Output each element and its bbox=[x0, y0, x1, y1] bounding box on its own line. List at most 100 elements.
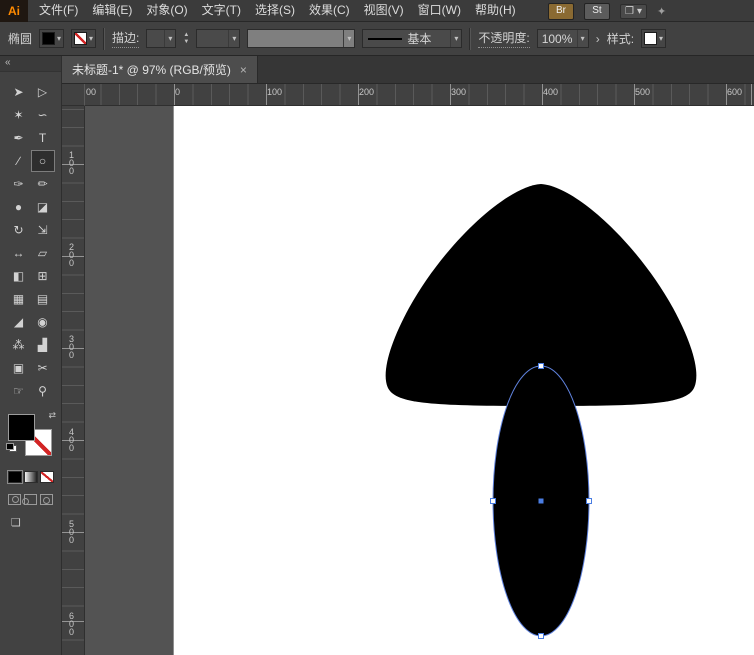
anchor-handle-right[interactable] bbox=[587, 499, 592, 504]
variable-width-combo[interactable]: ▾ bbox=[247, 29, 355, 48]
bridge-button[interactable]: Br bbox=[548, 3, 574, 20]
draw-normal-button[interactable] bbox=[8, 494, 21, 505]
caret-down-icon: ▾ bbox=[577, 30, 588, 47]
color-button[interactable] bbox=[8, 471, 22, 483]
close-tab-icon[interactable]: × bbox=[240, 63, 247, 77]
eyedropper-tool[interactable]: ◢ bbox=[7, 311, 31, 333]
paintbrush-tool[interactable]: ✑ bbox=[7, 173, 31, 195]
free-transform-tool[interactable]: ▱ bbox=[31, 242, 55, 264]
scale-tool[interactable]: ⇲ bbox=[31, 219, 55, 241]
default-colors-icon[interactable] bbox=[6, 443, 17, 452]
ellipse-tool[interactable]: ○ bbox=[31, 150, 55, 172]
draw-behind-button[interactable] bbox=[24, 494, 37, 505]
canvas[interactable] bbox=[85, 106, 754, 655]
app-bar-right: Br St ❐ ▾ ✦ bbox=[548, 0, 666, 22]
anchor-handle-top[interactable] bbox=[539, 364, 544, 369]
fill-color-combo[interactable]: ▾ bbox=[39, 29, 64, 48]
perspective-grid-tool[interactable]: ⊞ bbox=[31, 265, 55, 287]
lasso-tool[interactable]: ∽ bbox=[31, 104, 55, 126]
screen-mode-button[interactable]: ❏ bbox=[11, 516, 61, 529]
menu-object[interactable]: 对象(O) bbox=[139, 0, 194, 21]
menu-effect[interactable]: 效果(C) bbox=[302, 0, 357, 21]
opacity-value: 100% bbox=[542, 32, 573, 46]
style-combo[interactable]: ▾ bbox=[641, 29, 666, 48]
rotate-tool[interactable]: ↻ bbox=[7, 219, 31, 241]
document-tab[interactable]: 未标题-1* @ 97% (RGB/预览) × bbox=[62, 56, 258, 83]
opacity-label[interactable]: 不透明度: bbox=[478, 29, 529, 48]
menu-view[interactable]: 视图(V) bbox=[357, 0, 411, 21]
blob-brush-tool[interactable]: ● bbox=[7, 196, 31, 218]
expand-panel-icon[interactable]: › bbox=[596, 32, 600, 46]
drawing-modes-row bbox=[8, 494, 61, 505]
eraser-tool[interactable]: ◪ bbox=[31, 196, 55, 218]
gradient-button[interactable] bbox=[24, 471, 38, 483]
separator bbox=[103, 28, 105, 50]
caret-down-icon: ▾ bbox=[450, 30, 461, 47]
separator bbox=[469, 28, 471, 50]
ruler-number: 200 bbox=[359, 87, 374, 97]
slice-tool[interactable]: ✂ bbox=[31, 357, 55, 379]
menu-type[interactable]: 文字(T) bbox=[195, 0, 248, 21]
menu-edit[interactable]: 编辑(E) bbox=[85, 0, 139, 21]
gradient-tool[interactable]: ▤ bbox=[31, 288, 55, 310]
hand-tool[interactable]: ☞ bbox=[7, 380, 31, 402]
stroke-weight-stepper[interactable]: ▲ ▼ bbox=[183, 32, 189, 46]
column-graph-tool[interactable]: ▟ bbox=[31, 334, 55, 356]
document-tab-bar: 未标题-1* @ 97% (RGB/预览) × bbox=[62, 56, 754, 84]
brush-stroke-preview bbox=[368, 38, 402, 40]
width-profile-combo[interactable]: ▾ bbox=[196, 29, 240, 48]
none-button[interactable] bbox=[40, 471, 54, 483]
ruler-number: 0 bbox=[175, 87, 180, 97]
draw-inside-button[interactable] bbox=[40, 494, 53, 505]
stroke-weight-combo[interactable]: ▾ bbox=[146, 29, 176, 48]
width-tool[interactable]: ↔ bbox=[7, 242, 31, 264]
ruler-number: 300 bbox=[69, 335, 76, 359]
type-tool[interactable]: T bbox=[31, 127, 55, 149]
fill-color-indicator[interactable] bbox=[8, 414, 35, 441]
magic-wand-tool[interactable]: ✶ bbox=[7, 104, 31, 126]
stock-button[interactable]: St bbox=[584, 3, 610, 20]
opacity-combo[interactable]: 100% ▾ bbox=[537, 29, 589, 48]
caret-down-icon: ▾ bbox=[343, 30, 354, 47]
workspace-switcher[interactable]: ❐ ▾ bbox=[620, 4, 647, 19]
stroke-label[interactable]: 描边: bbox=[112, 29, 139, 48]
spinner-down-icon[interactable]: ▼ bbox=[183, 39, 189, 46]
caret-down-icon: ▾ bbox=[164, 30, 175, 47]
anchor-handle-bottom[interactable] bbox=[539, 634, 544, 639]
pencil-tool[interactable]: ✏ bbox=[31, 173, 55, 195]
swap-fill-stroke-icon[interactable]: ⇄ bbox=[48, 410, 56, 421]
ruler-vertical[interactable]: 100 200 300 400 500 600 bbox=[62, 106, 85, 655]
app-bar-extra-icon[interactable]: ✦ bbox=[657, 5, 666, 18]
active-tool-label: 椭圆 bbox=[8, 30, 32, 47]
spinner-up-icon[interactable]: ▲ bbox=[183, 32, 189, 39]
menu-bar: Ai 文件(F) 编辑(E) 对象(O) 文字(T) 选择(S) 效果(C) 视… bbox=[0, 0, 754, 22]
collapse-panel-icon[interactable]: « bbox=[0, 56, 61, 72]
canvas-svg[interactable] bbox=[85, 106, 754, 655]
menu-select[interactable]: 选择(S) bbox=[248, 0, 302, 21]
stroke-color-combo[interactable]: ▾ bbox=[71, 29, 96, 48]
symbol-sprayer-tool[interactable]: ⁂ bbox=[7, 334, 31, 356]
app-logo[interactable]: Ai bbox=[0, 0, 28, 22]
direct-selection-tool[interactable]: ▷ bbox=[31, 81, 55, 103]
blend-tool[interactable]: ◉ bbox=[31, 311, 55, 333]
menu-file[interactable]: 文件(F) bbox=[32, 0, 85, 21]
paint-mode-row bbox=[8, 471, 61, 483]
caret-down-icon: ▾ bbox=[87, 34, 95, 43]
line-segment-tool[interactable]: ∕ bbox=[7, 150, 31, 172]
tool-panel: « ➤ ▷ ✶ ∽ ✒ T ∕ ○ ✑ ✏ ● ◪ ↻ ⇲ ↔ ▱ ◧ ⊞ ▦ … bbox=[0, 56, 62, 655]
selection-tool[interactable]: ➤ bbox=[7, 81, 31, 103]
caret-down-icon: ▾ bbox=[657, 34, 665, 43]
shape-builder-tool[interactable]: ◧ bbox=[7, 265, 31, 287]
artboard-tool[interactable]: ▣ bbox=[7, 357, 31, 379]
ruler-horizontal[interactable]: 00 0 100 200 300 400 500 600 bbox=[85, 84, 754, 106]
ruler-origin-box[interactable] bbox=[62, 84, 85, 106]
illustrator-window: Ai 文件(F) 编辑(E) 对象(O) 文字(T) 选择(S) 效果(C) 视… bbox=[0, 0, 754, 655]
mesh-tool[interactable]: ▦ bbox=[7, 288, 31, 310]
pen-tool[interactable]: ✒ bbox=[7, 127, 31, 149]
menu-help[interactable]: 帮助(H) bbox=[468, 0, 523, 21]
brush-definition-combo[interactable]: 基本 ▾ bbox=[362, 29, 462, 48]
anchor-handle-left[interactable] bbox=[491, 499, 496, 504]
menu-window[interactable]: 窗口(W) bbox=[411, 0, 468, 21]
zoom-tool[interactable]: ⚲ bbox=[31, 380, 55, 402]
center-point-handle[interactable] bbox=[539, 499, 544, 504]
